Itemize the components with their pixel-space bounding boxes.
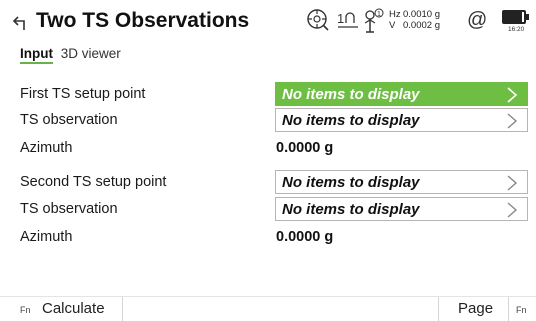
tab-3d-viewer[interactable]: 3D viewer — [61, 46, 121, 61]
first-setup-point-label: First TS setup point — [20, 86, 146, 102]
ts-observation-1-label: TS observation — [20, 112, 118, 128]
form-row-azimuth-2: Azimuth 0.0000 g — [0, 223, 536, 253]
svg-text:1: 1 — [337, 11, 344, 26]
form-row-second-setup: Second TS setup point No items to displa… — [0, 168, 536, 198]
calculate-button[interactable]: Calculate — [42, 300, 105, 317]
clock-time: 16:20 — [508, 26, 525, 33]
target-icon[interactable] — [306, 8, 330, 32]
picker-value: No items to display — [282, 201, 420, 218]
page-button[interactable]: Page — [458, 300, 493, 317]
page-title: Two TS Observations — [36, 9, 250, 32]
picker-value: No items to display — [282, 112, 420, 129]
picker-value: No items to display — [282, 86, 420, 103]
softkey-bar: Fn Calculate Page Fn — [0, 296, 536, 321]
second-setup-point-picker[interactable]: No items to display — [275, 170, 528, 194]
first-setup-point-picker[interactable]: No items to display — [275, 82, 528, 106]
form-row-ts-observation-2: TS observation No items to display — [0, 195, 536, 225]
battery-icon[interactable]: 16:20 — [500, 8, 530, 33]
chevron-right-icon — [507, 202, 518, 218]
tab-input[interactable]: Input — [20, 46, 53, 64]
chevron-right-icon — [507, 175, 518, 191]
prism-icon[interactable]: 1 — [362, 8, 386, 34]
second-setup-point-label: Second TS setup point — [20, 174, 167, 190]
ts-observation-2-label: TS observation — [20, 201, 118, 217]
back-arrow-icon[interactable] — [12, 12, 32, 32]
v-label: V — [389, 20, 396, 31]
azimuth-2-label: Azimuth — [20, 229, 73, 245]
tab-bar: Input 3D viewer — [20, 46, 121, 64]
azimuth-2-value: 0.0000 g — [276, 229, 334, 245]
svg-text:1: 1 — [377, 11, 381, 18]
azimuth-1-value: 0.0000 g — [276, 140, 334, 156]
hz-value: 0.0010 g — [403, 9, 440, 20]
chevron-right-icon — [507, 87, 518, 103]
fn-key-left[interactable]: Fn — [20, 305, 31, 315]
form-row-azimuth-1: Azimuth 0.0000 g — [0, 134, 536, 164]
azimuth-1-label: Azimuth — [20, 140, 73, 156]
angle-readout: Hz 0.0010 g V 0.0002 g — [389, 9, 440, 31]
softkey-divider — [438, 297, 439, 321]
hz-label: Hz — [389, 9, 401, 20]
one-face-icon[interactable]: 1 — [336, 10, 362, 30]
ts-observation-1-picker[interactable]: No items to display — [275, 108, 528, 132]
softkey-divider — [508, 297, 509, 321]
v-value: 0.0002 g — [403, 20, 440, 31]
picker-value: No items to display — [282, 174, 420, 191]
chevron-right-icon — [507, 113, 518, 129]
form-row-ts-observation-1: TS observation No items to display — [0, 106, 536, 136]
title-bar: Two TS Observations 1 1 Hz 0.0010 g V 0.00… — [0, 0, 536, 42]
ts-observation-2-picker[interactable]: No items to display — [275, 197, 528, 221]
fn-key-right[interactable]: Fn — [516, 305, 527, 315]
softkey-divider — [122, 297, 123, 321]
at-icon[interactable]: @ — [467, 9, 487, 32]
